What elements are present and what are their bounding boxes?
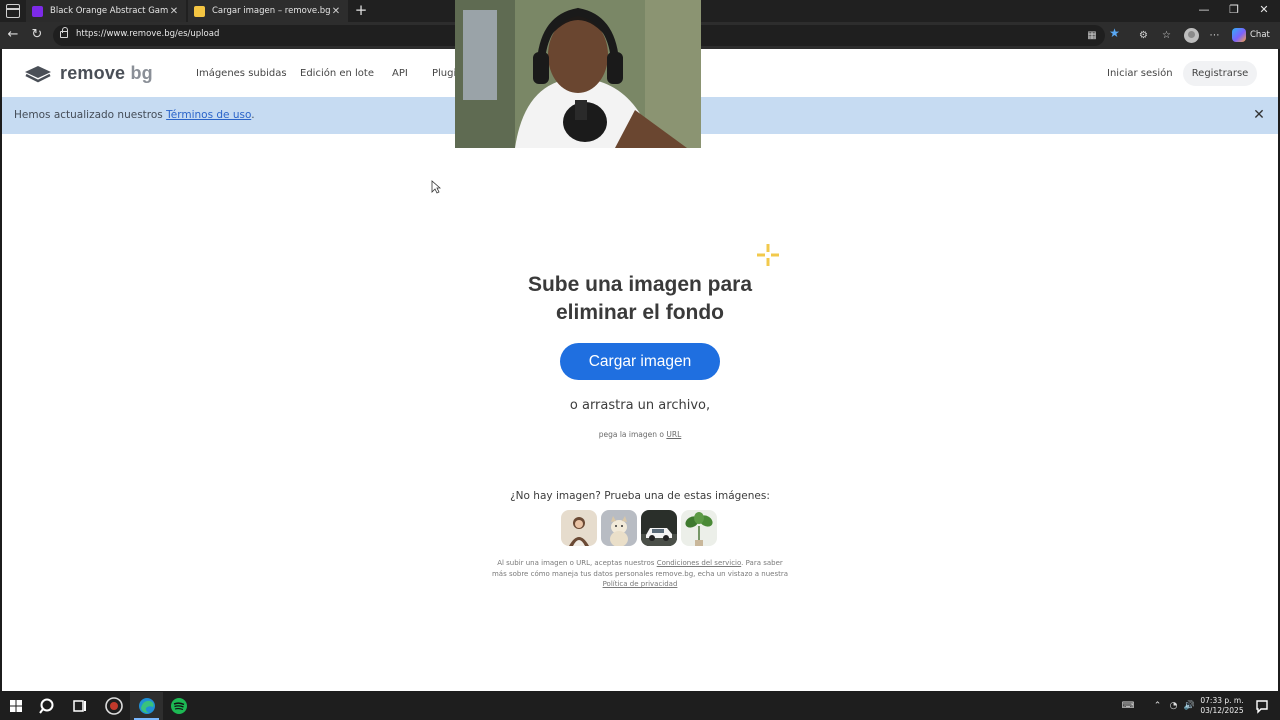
terms-link[interactable]: Términos de uso: [166, 109, 251, 121]
task-view-icon[interactable]: [70, 696, 90, 716]
tab-title: Cargar imagen – remove.bg: [212, 6, 330, 16]
tab-gaming[interactable]: Black Orange Abstract Gaming Tw ✕: [26, 0, 186, 22]
nav-bulk-edit[interactable]: Edición en lote: [300, 68, 374, 79]
taskbar-clock[interactable]: 07:33 p. m. 03/12/2025: [1196, 696, 1248, 716]
more-menu-icon[interactable]: ⋯: [1207, 28, 1222, 43]
privacy-policy-link[interactable]: Política de privacidad: [603, 580, 678, 588]
profile-avatar-icon[interactable]: [1184, 28, 1199, 43]
edge-browser-icon[interactable]: [137, 696, 157, 716]
spotify-icon[interactable]: [169, 696, 189, 716]
back-icon[interactable]: ←: [5, 27, 21, 43]
sample-prompt: ¿No hay imagen? Prueba una de estas imág…: [510, 490, 770, 502]
close-tab-icon[interactable]: ✕: [330, 6, 342, 17]
sample-image-dog[interactable]: [601, 510, 637, 546]
screen: Black Orange Abstract Gaming Tw ✕ Cargar…: [0, 0, 1280, 720]
new-tab-icon[interactable]: +: [352, 1, 370, 19]
copilot-icon: [1232, 28, 1246, 42]
mouse-cursor-icon: [431, 180, 441, 194]
paste-image-text: pega la imagen o URL: [598, 430, 682, 439]
lock-icon: [60, 27, 68, 38]
extensions-icon[interactable]: ⚙: [1136, 28, 1151, 43]
terms-of-service-link[interactable]: Condiciones del servicio: [657, 559, 741, 567]
nav-api[interactable]: API: [392, 68, 408, 79]
volume-icon[interactable]: 🔊: [1183, 700, 1196, 713]
sample-image-woman[interactable]: [561, 510, 597, 546]
nav-uploaded-images[interactable]: Imágenes subidas: [196, 68, 287, 79]
removebg-favicon-icon: [194, 5, 205, 17]
network-icon[interactable]: ◔: [1167, 700, 1180, 713]
logo-text: remove bg: [60, 63, 153, 83]
tab-actions-icon[interactable]: [6, 4, 20, 18]
clock-date: 03/12/2025: [1200, 706, 1244, 715]
login-link[interactable]: Iniciar sesión: [1107, 68, 1173, 79]
windows-taskbar: ⌨ ⌃ ◔ 🔊 07:33 p. m. 03/12/2025: [0, 692, 1280, 720]
sparkle-icon: [757, 244, 779, 266]
refresh-icon[interactable]: ↻: [29, 27, 45, 43]
close-notice-icon[interactable]: ✕: [1251, 107, 1267, 123]
keyboard-layout-icon[interactable]: ⌨: [1120, 700, 1136, 713]
logo-layers-icon: [25, 65, 51, 82]
search-icon[interactable]: [38, 696, 58, 716]
favorite-star-icon[interactable]: ★: [1107, 26, 1122, 41]
nav-plugins[interactable]: Plugi: [432, 68, 456, 79]
sample-image-car[interactable]: [641, 510, 677, 546]
close-tab-icon[interactable]: ✕: [168, 6, 180, 17]
drag-file-text: o arrastra un archivo,: [569, 398, 711, 413]
app-available-icon[interactable]: ▦: [1085, 29, 1099, 43]
canva-favicon-icon: [32, 5, 43, 17]
sample-images: [561, 510, 717, 546]
hero-title: Sube una imagen para eliminar el fondo: [527, 273, 753, 324]
removebg-logo[interactable]: remove bg: [24, 63, 153, 84]
minimize-icon[interactable]: —: [1194, 3, 1214, 16]
obs-icon[interactable]: [104, 696, 124, 716]
favorites-icon[interactable]: ☆: [1159, 28, 1174, 43]
chat-label: Chat: [1250, 30, 1270, 40]
copilot-chat-button[interactable]: Chat: [1232, 26, 1270, 44]
tab-title: Black Orange Abstract Gaming Tw: [50, 6, 168, 16]
show-hidden-icons-icon[interactable]: ⌃: [1151, 700, 1164, 713]
notice-text: Hemos actualizado nuestros Términos de u…: [14, 109, 255, 121]
restore-icon[interactable]: ❐: [1224, 3, 1244, 16]
sample-image-plant[interactable]: [681, 510, 717, 546]
notifications-icon[interactable]: [1252, 696, 1272, 716]
windows-start-icon[interactable]: [6, 696, 26, 716]
signup-button[interactable]: Registrarse: [1183, 61, 1257, 86]
window-close-icon[interactable]: ✕: [1254, 3, 1274, 16]
webcam-overlay: [455, 0, 701, 148]
legal-disclaimer: Al subir una imagen o URL, aceptas nuest…: [491, 559, 789, 588]
paste-url-link[interactable]: URL: [666, 430, 681, 439]
clock-time: 07:33 p. m.: [1200, 696, 1244, 705]
upload-image-button[interactable]: Cargar imagen: [560, 343, 720, 380]
url-text: https://www.remove.bg/es/upload: [76, 29, 220, 39]
tab-removebg[interactable]: Cargar imagen – remove.bg ✕: [188, 0, 348, 22]
